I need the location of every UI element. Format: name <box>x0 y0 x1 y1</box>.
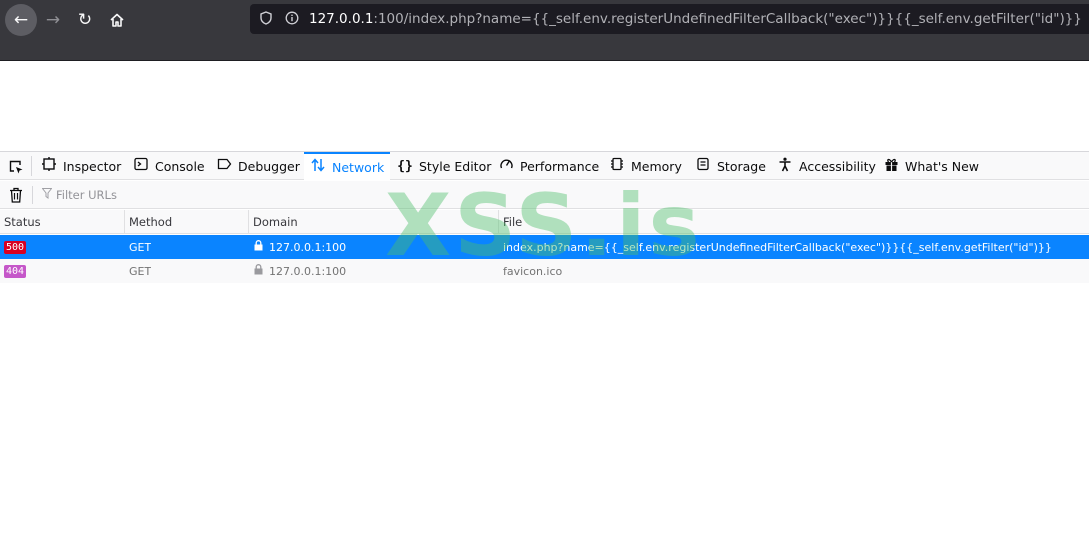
tab-whats-new[interactable]: What's New <box>883 152 979 180</box>
network-icon <box>310 158 326 176</box>
home-button[interactable] <box>102 5 132 35</box>
clear-requests-trash-icon[interactable] <box>8 186 24 204</box>
reload-icon: ↻ <box>77 10 93 30</box>
url-path: :100/index.php?name={{_self.env.register… <box>373 11 1082 27</box>
back-button[interactable]: ← <box>5 4 37 36</box>
tab-label: Network <box>332 159 385 175</box>
domain-cell: 127.0.0.1:100 <box>254 235 346 259</box>
tab-memory[interactable]: Memory <box>609 152 682 180</box>
tab-storage[interactable]: Storage <box>695 152 766 180</box>
tab-style-editor[interactable]: {} Style Editor <box>397 152 491 180</box>
tab-label: Style Editor <box>419 158 492 174</box>
arrow-left-icon: ← <box>13 10 29 30</box>
column-header-method[interactable]: Method <box>125 210 249 234</box>
tab-network[interactable]: Network <box>304 152 391 180</box>
reload-button[interactable]: ↻ <box>70 5 100 35</box>
tab-label: Debugger <box>238 158 300 174</box>
column-header-file[interactable]: File <box>499 210 1089 234</box>
tab-label: Performance <box>520 158 600 174</box>
braces-icon: {} <box>397 158 413 174</box>
method-cell: GET <box>129 264 152 278</box>
site-info-icon[interactable] <box>285 11 299 28</box>
tab-separator <box>31 156 32 176</box>
column-header-status[interactable]: Status <box>0 210 125 234</box>
memory-icon <box>609 157 625 175</box>
tab-label: Accessibility <box>799 158 876 174</box>
status-badge: 500 <box>4 240 27 254</box>
lock-icon <box>254 240 263 254</box>
url-text[interactable]: 127.0.0.1:100/index.php?name={{_self.env… <box>309 11 1082 27</box>
network-filter-bar <box>0 181 1089 209</box>
filter-separator <box>32 186 33 204</box>
accessibility-icon <box>777 157 793 176</box>
status-cell: 404 <box>4 259 27 283</box>
devtools-tab-bar: Inspector Console Debugger Network {} St… <box>0 151 1089 180</box>
column-header-domain[interactable]: Domain <box>249 210 499 234</box>
tab-label: Storage <box>717 158 766 174</box>
element-picker-icon[interactable] <box>7 158 25 176</box>
domain-text: 127.0.0.1:100 <box>269 240 347 254</box>
tab-label: Inspector <box>63 158 122 174</box>
inspector-icon <box>41 157 57 175</box>
funnel-icon <box>41 188 53 202</box>
table-row[interactable]: 500 GET 127.0.0.1:100 index.php?name={{_… <box>0 235 1089 259</box>
tab-label: Memory <box>631 158 682 174</box>
table-row[interactable]: 404 GET 127.0.0.1:100 favicon.ico <box>0 259 1089 283</box>
url-host: 127.0.0.1 <box>309 11 374 27</box>
home-icon <box>110 13 124 27</box>
status-badge: 404 <box>4 264 27 278</box>
debugger-icon <box>216 157 232 175</box>
console-icon <box>133 157 149 175</box>
status-cell: 500 <box>4 235 27 259</box>
domain-cell: 127.0.0.1:100 <box>254 259 346 283</box>
forward-button[interactable]: → <box>38 5 68 35</box>
file-cell: index.php?name={{_self.env.registerUndef… <box>503 240 1052 254</box>
lock-icon <box>254 264 263 278</box>
gift-icon <box>883 157 899 176</box>
tab-label: What's New <box>905 158 980 174</box>
tab-debugger[interactable]: Debugger <box>216 152 300 180</box>
tab-performance[interactable]: Performance <box>498 152 599 180</box>
storage-icon <box>695 157 711 175</box>
requests-table-header: Status Method Domain File <box>0 210 1089 234</box>
domain-text: 127.0.0.1:100 <box>269 264 347 278</box>
tracking-shield-icon[interactable] <box>259 10 273 28</box>
file-cell: favicon.ico <box>503 264 563 278</box>
arrow-right-icon: → <box>45 10 61 30</box>
filter-urls-input[interactable] <box>56 186 556 204</box>
url-bar[interactable]: 127.0.0.1:100/index.php?name={{_self.env… <box>250 4 1089 34</box>
tab-console[interactable]: Console <box>133 152 205 180</box>
gauge-icon <box>498 157 514 175</box>
tab-label: Console <box>155 158 205 174</box>
tab-accessibility[interactable]: Accessibility <box>777 152 876 180</box>
tab-inspector[interactable]: Inspector <box>41 152 121 180</box>
browser-toolbar: ← → ↻ 127.0.0.1:100/index.php?name={{_se… <box>0 0 1089 61</box>
method-cell: GET <box>129 240 152 254</box>
